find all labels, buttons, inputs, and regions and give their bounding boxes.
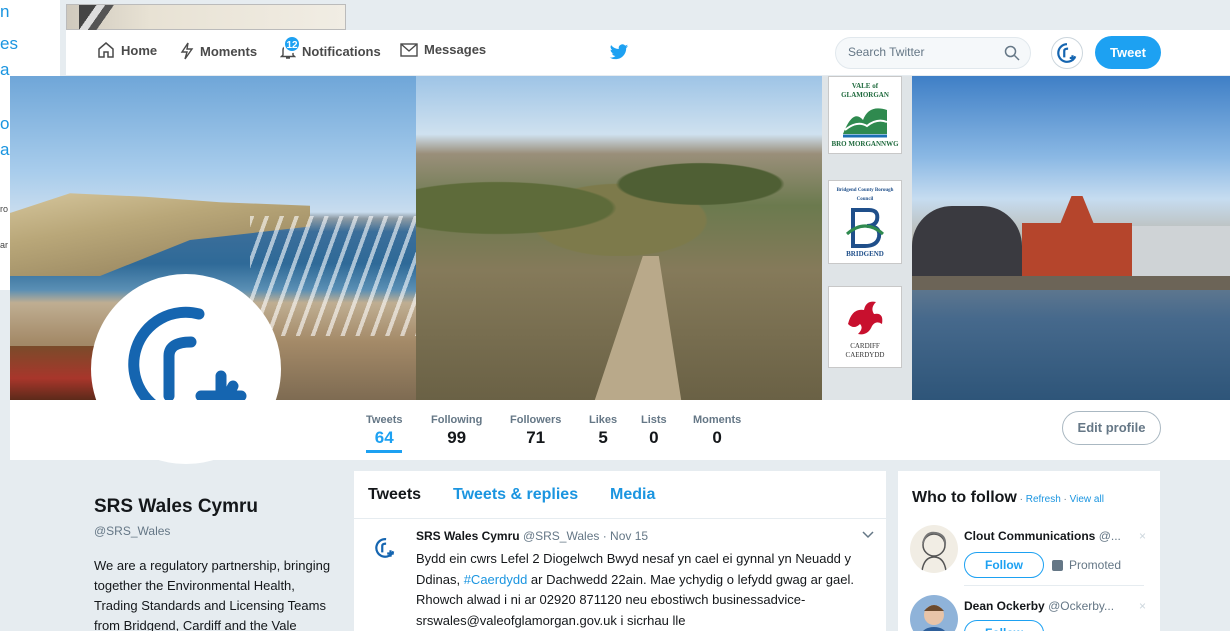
suggestion-divider [964, 585, 1144, 586]
follow-button[interactable]: Follow [964, 552, 1044, 578]
account-avatar[interactable] [1051, 37, 1083, 69]
tab-tweets-and-replies[interactable]: Tweets & replies [453, 486, 578, 504]
sketch-portrait-icon [921, 531, 947, 572]
tweet-avatar[interactable] [370, 533, 400, 563]
stat-followers[interactable]: Followers 71 [510, 414, 561, 448]
top-nav: Home Moments Notifications 12 Messages T… [66, 30, 1230, 76]
suggestion-avatar[interactable] [910, 525, 958, 573]
who-to-follow-title: Who to follow · Refresh · View all [912, 489, 1104, 506]
suggestion-name[interactable]: Dean Ockerby @Ockerby... [964, 599, 1114, 613]
bg-text-fragment: ar [0, 240, 9, 250]
bg-text-fragment: es [0, 34, 18, 53]
view-all-link[interactable]: View all [1070, 494, 1104, 505]
nav-notifications-label: Notifications [302, 43, 381, 59]
banner-photo-cardiff-bay [912, 76, 1230, 400]
suggestion-name[interactable]: Clout Communications @... [964, 529, 1121, 543]
dismiss-icon[interactable]: × [1139, 529, 1146, 543]
bridge-b-icon [846, 207, 884, 248]
tab-tweets[interactable]: Tweets [368, 486, 421, 504]
profile-stats-bar: Tweets 64 Following 99 Followers 71 Like… [10, 400, 1230, 460]
srs-logo-icon [375, 538, 395, 558]
bg-text-fragment: a [0, 60, 10, 79]
search-box[interactable] [835, 37, 1031, 69]
home-icon [98, 42, 114, 58]
tweet-header: SRS Wales Cymru @SRS_Wales · Nov 15 [416, 529, 648, 543]
profile-name[interactable]: SRS Wales Cymru [94, 496, 344, 518]
nav-home-label: Home [121, 42, 158, 58]
nav-home[interactable]: Home [97, 42, 157, 58]
profile-bio: We are a regulatory partnership, bringin… [94, 558, 331, 631]
person-photo-icon [923, 605, 945, 631]
background-thumbnail [66, 4, 346, 31]
chevron-down-icon[interactable] [862, 531, 874, 539]
profile-handle[interactable]: @SRS_Wales [94, 524, 344, 538]
hills-icon [843, 107, 888, 137]
edit-profile-button[interactable]: Edit profile [1062, 411, 1161, 445]
bg-text-fragment: n [0, 2, 10, 21]
banner-logo-strip: VALE of GLAMORGAN BRO MORGANNWG Bridgend… [822, 76, 912, 400]
bg-text-fragment: ro [0, 204, 9, 214]
stat-following[interactable]: Following 99 [431, 414, 482, 448]
profile-card: SRS Wales Cymru @SRS_Wales We are a regu… [94, 496, 344, 631]
cardiff-logo: CARDIFF CAERDYDD [828, 286, 902, 368]
nav-moments-label: Moments [200, 43, 258, 59]
stat-lists[interactable]: Lists 0 [641, 414, 667, 448]
tweet-text: Bydd ein cwrs Lefel 2 Diogelwch Bwyd nes… [416, 551, 854, 628]
bg-text-fragment: a [0, 140, 10, 159]
search-input[interactable] [848, 45, 998, 59]
nav-moments[interactable]: Moments [180, 42, 257, 60]
follow-button[interactable]: Follow [964, 620, 1044, 631]
tweet-button[interactable]: Tweet [1095, 36, 1161, 69]
tweet-author-name[interactable]: SRS Wales Cymru [416, 529, 520, 543]
timeline-tabs: Tweets Tweets & replies Media [354, 471, 886, 519]
search-icon[interactable] [1004, 45, 1020, 61]
suggestion-avatar[interactable] [910, 595, 958, 631]
tweet-meta[interactable]: @SRS_Wales · Nov 15 [523, 529, 648, 543]
lightning-icon [180, 42, 194, 60]
nav-messages-label: Messages [424, 42, 487, 57]
timeline: Tweets Tweets & replies Media SRS Wales … [354, 471, 886, 631]
dismiss-icon[interactable]: × [1139, 599, 1146, 613]
hashtag-link[interactable]: #Caerdydd [464, 572, 528, 587]
notification-count-badge: 12 [283, 35, 301, 53]
stat-likes[interactable]: Likes 5 [589, 414, 617, 448]
banner-photo-path [416, 76, 822, 400]
refresh-link[interactable]: Refresh [1026, 494, 1061, 505]
promoted-label: Promoted [1052, 558, 1121, 572]
twitter-bird-icon[interactable] [609, 44, 629, 61]
bg-text-fragment: o [0, 114, 10, 133]
stat-moments[interactable]: Moments 0 [693, 414, 741, 448]
promoted-icon [1052, 559, 1063, 571]
bridgend-logo: Bridgend County Borough Council BRIDGEND [828, 180, 902, 264]
who-to-follow: Who to follow · Refresh · View all Clout… [898, 471, 1160, 631]
vale-of-glamorgan-logo: VALE of GLAMORGAN BRO MORGANNWG [828, 76, 902, 154]
nav-messages[interactable]: Messages [400, 42, 486, 57]
tab-media[interactable]: Media [610, 486, 655, 504]
srs-logo-icon [1057, 43, 1077, 63]
envelope-icon [400, 42, 418, 57]
welsh-dragon-icon [848, 301, 883, 335]
stat-tweets[interactable]: Tweets 64 [366, 414, 403, 453]
tweet-item[interactable]: SRS Wales Cymru @SRS_Wales · Nov 15 Bydd… [354, 519, 886, 631]
